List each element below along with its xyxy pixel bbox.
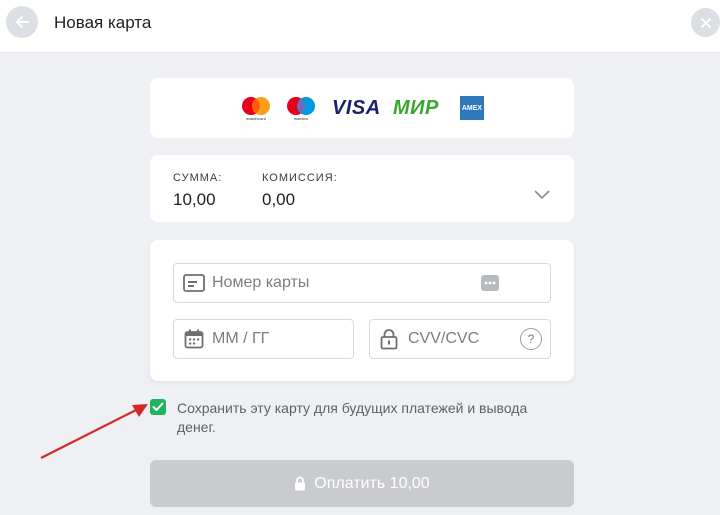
expand-details-button[interactable] <box>534 187 550 205</box>
mastercard-text: mastercard <box>245 116 266 121</box>
back-button[interactable] <box>6 6 38 38</box>
chevron-down-icon <box>534 190 550 200</box>
checkmark-icon <box>152 402 164 411</box>
fee-label: КОМИССИЯ: <box>262 172 338 184</box>
expiry-field[interactable] <box>173 319 354 359</box>
amex-logo: AMEX <box>460 96 484 120</box>
sum-value: 10,00 <box>173 190 216 209</box>
arrow-left-icon <box>16 16 29 28</box>
mir-logo: МИР <box>393 97 439 119</box>
expiry-input[interactable] <box>212 320 342 358</box>
credit-card-icon <box>183 274 205 292</box>
lock-icon <box>295 476 306 491</box>
card-type-icon <box>481 275 499 291</box>
maestro-logo: maestro <box>285 96 317 127</box>
maestro-text: maestro <box>293 116 309 121</box>
lock-icon <box>380 329 398 350</box>
save-card-label[interactable]: Сохранить эту карту для будущих платежей… <box>177 399 547 437</box>
pay-button[interactable]: Оплатить 10,00 <box>150 460 574 507</box>
card-number-field[interactable] <box>173 263 551 303</box>
header-bar: Новая карта <box>0 0 720 52</box>
pay-button-label: Оплатить 10,00 <box>314 474 430 492</box>
cvv-field[interactable]: ? <box>369 319 551 359</box>
sum-label: СУММА: <box>173 172 223 184</box>
visa-logo: VISA <box>332 97 381 119</box>
page-title: Новая карта <box>54 13 152 32</box>
close-button[interactable] <box>691 8 720 37</box>
card-form: ? <box>150 240 574 381</box>
card-number-input[interactable] <box>212 264 462 302</box>
amount-card: СУММА: 10,00 КОМИССИЯ: 0,00 <box>150 155 574 222</box>
close-icon <box>700 17 711 28</box>
fee-value: 0,00 <box>262 190 296 209</box>
calendar-icon <box>184 329 204 349</box>
cvv-help-icon[interactable]: ? <box>520 328 542 350</box>
annotation-arrow-icon <box>40 404 148 459</box>
mastercard-logo: mastercard <box>240 96 272 127</box>
cvv-input[interactable] <box>408 320 508 358</box>
payment-brands-card: mastercard maestro VISA МИР AMEX <box>150 78 574 138</box>
